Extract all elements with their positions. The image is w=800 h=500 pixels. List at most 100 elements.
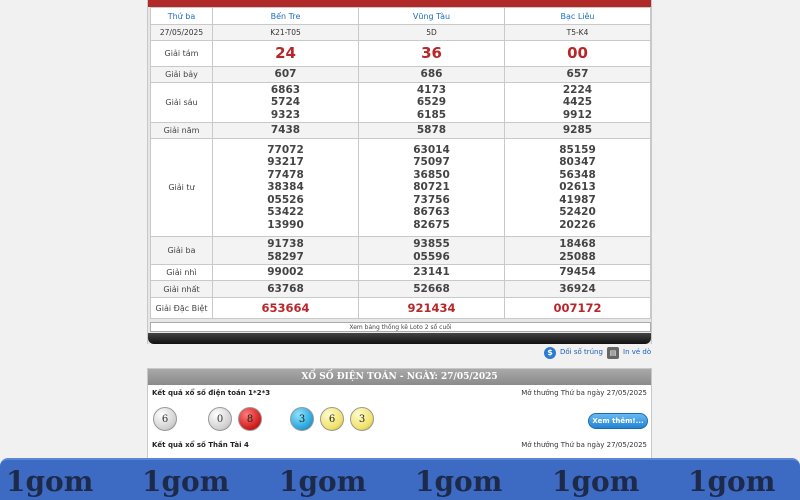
prize-row: Giải Đặc Biệt 653664 921434 007172 <box>150 297 651 319</box>
prize-number: 607 <box>274 68 297 81</box>
prize-number: 63014 <box>413 143 450 156</box>
prize-number: 9285 <box>562 124 593 137</box>
panel-bottom-bar <box>148 333 651 344</box>
prize-row: Giải ba 91738 58297 93855 05596 18468 25088 <box>150 236 651 265</box>
print-ticket-link[interactable]: In vé dò <box>623 348 651 356</box>
watermark-text: 1gom <box>6 465 94 498</box>
prize-number: 24 <box>275 44 296 63</box>
lottery-ball: 8 <box>238 407 262 431</box>
prize-number: 4425 <box>562 96 593 109</box>
compare-ticket-link[interactable]: Dối số trúng <box>560 348 603 356</box>
lottery-ball: 6 <box>320 407 344 431</box>
prize-number: 36850 <box>413 168 450 181</box>
prize-number: 02613 <box>559 181 596 194</box>
prize-number: 53422 <box>267 206 304 219</box>
prize-label: Giải sáu <box>150 82 213 123</box>
watermark-text: 1gom <box>415 465 503 498</box>
prize-cell: 63014 75097 36850 80721 73756 86763 82675 <box>358 138 505 237</box>
prize-cell: 23141 <box>358 264 505 281</box>
loto-stats-link[interactable]: Xem bảng thống kê Loto 2 số cuối <box>150 322 651 332</box>
prize-number: 05596 <box>413 250 450 263</box>
prize-number: 921434 <box>407 300 456 315</box>
prize-number: 80347 <box>559 156 596 169</box>
ticket-code: 5D <box>358 24 505 41</box>
prize-row: Giải sáu 6863 5724 9323 4173 6529 6185 2224 4425… <box>150 82 651 123</box>
prize-row: Giải bảy 607 686 657 <box>150 66 651 83</box>
prize-number: 4173 <box>416 83 447 96</box>
prize-number: 80721 <box>413 181 450 194</box>
watermark-text: 1gom <box>688 465 776 498</box>
ticket-code: K21-T05 <box>212 24 359 41</box>
prize-number: 56348 <box>559 168 596 181</box>
watermark-text: 1gom <box>142 465 230 498</box>
prize-cell: 6863 5724 9323 <box>212 82 359 123</box>
prize-number: 93855 <box>413 238 450 250</box>
prize-number: 00 <box>567 44 588 63</box>
prize-rows: Giải tám 24 36 00 Giải bảy 607 686 657 Giải sáu 6… <box>150 40 651 319</box>
lottery-ball: 6 <box>153 407 177 431</box>
prize-number: 653664 <box>261 300 310 315</box>
see-more-button[interactable]: Xem thêm!... <box>588 413 648 429</box>
prize-row: Giải tám 24 36 00 <box>150 40 651 67</box>
prize-number: 36924 <box>559 282 596 295</box>
prize-cell: 63768 <box>212 280 359 298</box>
province-vung-tau[interactable]: Vũng Tàu <box>358 7 505 25</box>
ticket-code-row: 27/05/2025 K21-T05 5D T5-K4 <box>150 24 651 41</box>
prize-number: 9912 <box>562 108 593 121</box>
prize-label: Giải nhì <box>150 264 213 281</box>
panel-top-strip <box>148 0 651 7</box>
prize-number: 86763 <box>413 206 450 219</box>
province-bac-lieu[interactable]: Bạc Liêu <box>504 7 651 25</box>
prize-number: 20226 <box>559 218 596 231</box>
prize-number: 5724 <box>270 96 301 109</box>
game-123-date: Mở thưởng Thứ ba ngày 27/05/2025 <box>521 389 647 397</box>
prize-cell: 85159 80347 56348 02613 41987 52420 20226 <box>504 138 651 237</box>
prize-number: 82675 <box>413 218 450 231</box>
prize-cell: 9285 <box>504 122 651 139</box>
prize-cell: 36 <box>358 40 505 67</box>
prize-cell: 91738 58297 <box>212 236 359 265</box>
prize-cell: 686 <box>358 66 505 83</box>
prize-number: 91738 <box>267 238 304 250</box>
prize-number: 58297 <box>267 250 304 263</box>
prize-cell: 79454 <box>504 264 651 281</box>
dollar-icon[interactable]: $ <box>544 347 556 359</box>
prize-number: 18468 <box>559 238 596 250</box>
prize-number: 13990 <box>267 218 304 231</box>
prize-label: Giải tám <box>150 40 213 67</box>
prize-label: Giải tư <box>150 138 213 237</box>
prize-number: 79454 <box>559 266 596 279</box>
prize-cell: 4173 6529 6185 <box>358 82 505 123</box>
prize-number: 93217 <box>267 156 304 169</box>
watermark-text: 1gom <box>279 465 367 498</box>
prize-number: 5878 <box>416 124 447 137</box>
watermark-banner: 1gom 1gom 1gom 1gom 1gom 1gom <box>0 458 800 500</box>
dien-toan-panel: XỔ SỐ ĐIỆN TOÁN - NGÀY: 27/05/2025 Kết q… <box>147 368 652 468</box>
province-header-row: Thứ ba Bến Tre Vũng Tàu Bạc Liêu <box>150 7 651 25</box>
prize-number: 52668 <box>413 282 450 295</box>
prize-row: Giải nhất 63768 52668 36924 <box>150 280 651 298</box>
prize-cell: 18468 25088 <box>504 236 651 265</box>
prize-cell: 7438 <box>212 122 359 139</box>
prize-number: 23141 <box>413 266 450 279</box>
prize-label: Giải Đặc Biệt <box>150 297 213 319</box>
prize-cell: 007172 <box>504 297 651 319</box>
prize-cell: 93855 05596 <box>358 236 505 265</box>
printer-icon[interactable]: ▤ <box>607 347 619 359</box>
prize-number: 6529 <box>416 96 447 109</box>
lottery-ball: 3 <box>350 407 374 431</box>
prize-label: Giải nhất <box>150 280 213 298</box>
prize-number: 007172 <box>553 300 602 315</box>
province-ben-tre[interactable]: Bến Tre <box>212 7 359 25</box>
prize-number: 36 <box>421 44 442 63</box>
prize-cell: 99002 <box>212 264 359 281</box>
watermark-text: 1gom <box>552 465 640 498</box>
prize-number: 41987 <box>559 193 596 206</box>
than-tai-date: Mở thưởng Thứ ba ngày 27/05/2025 <box>521 441 647 449</box>
game-123-title: Kết quả xổ số điện toán 1*2*3 <box>152 389 271 397</box>
prize-cell: 00 <box>504 40 651 67</box>
lottery-ball: 0 <box>208 407 232 431</box>
than-tai-title: Kết quả xổ số Thần Tài 4 <box>152 441 249 449</box>
prize-number: 77072 <box>267 143 304 156</box>
prize-label: Giải bảy <box>150 66 213 83</box>
